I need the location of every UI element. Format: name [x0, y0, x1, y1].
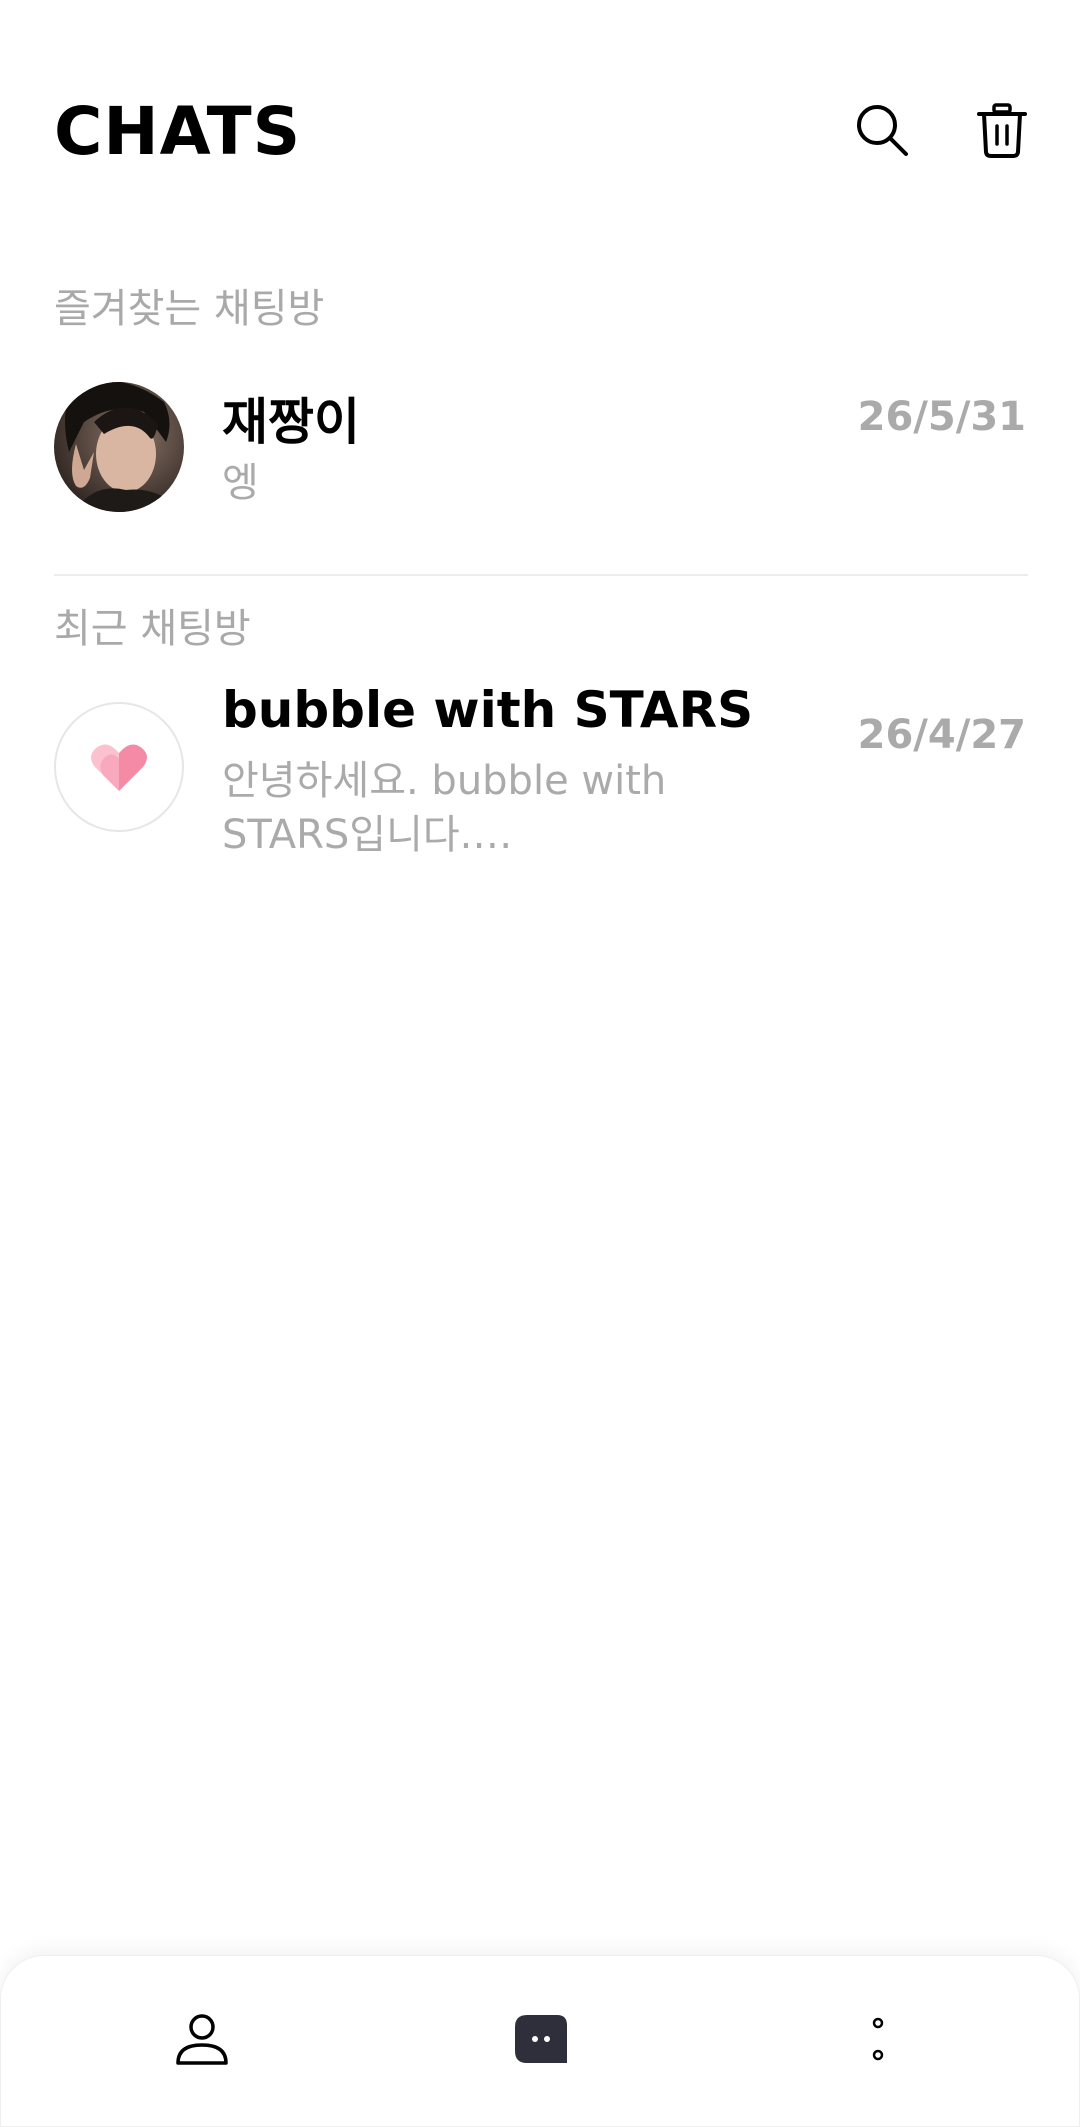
- chat-name: 재짱이: [222, 393, 360, 451]
- nav-more[interactable]: [843, 2004, 913, 2074]
- search-button[interactable]: [850, 98, 914, 162]
- delete-button[interactable]: [970, 98, 1034, 162]
- chat-row-recent[interactable]: bubble with STARS 안녕하세요. bubble with STA…: [0, 680, 1080, 870]
- favorites-section-label: 즐겨찾는 채팅방: [54, 286, 325, 332]
- chat-row-favorite[interactable]: 재짱이 엥 26/5/31: [0, 370, 1080, 530]
- search-icon: [857, 105, 908, 156]
- person-icon: [176, 2014, 228, 2065]
- page-title: CHATS: [54, 93, 302, 170]
- section-divider: [54, 574, 1028, 576]
- bottom-nav: [0, 1955, 1080, 2127]
- nav-chats[interactable]: [506, 2004, 576, 2074]
- chat-preview: 엥: [222, 460, 259, 506]
- chat-date: 26/4/27: [857, 712, 1026, 758]
- nav-profile[interactable]: [167, 2004, 237, 2074]
- avatar: [54, 382, 184, 512]
- chat-name: bubble with STARS: [222, 681, 754, 739]
- more-dots-icon: [872, 2017, 884, 2061]
- recent-section-label: 최근 채팅방: [54, 606, 251, 652]
- photo-avatar: [54, 382, 184, 512]
- chat-bubble-icon: [515, 2015, 567, 2063]
- heart-icon: [91, 744, 147, 791]
- avatar: [54, 702, 184, 832]
- header: CHATS: [0, 0, 1080, 200]
- chat-preview: 안녕하세요. bubble with STARS입니다.…: [222, 758, 667, 858]
- trash-icon: [977, 103, 1027, 158]
- chat-date: 26/5/31: [857, 394, 1026, 440]
